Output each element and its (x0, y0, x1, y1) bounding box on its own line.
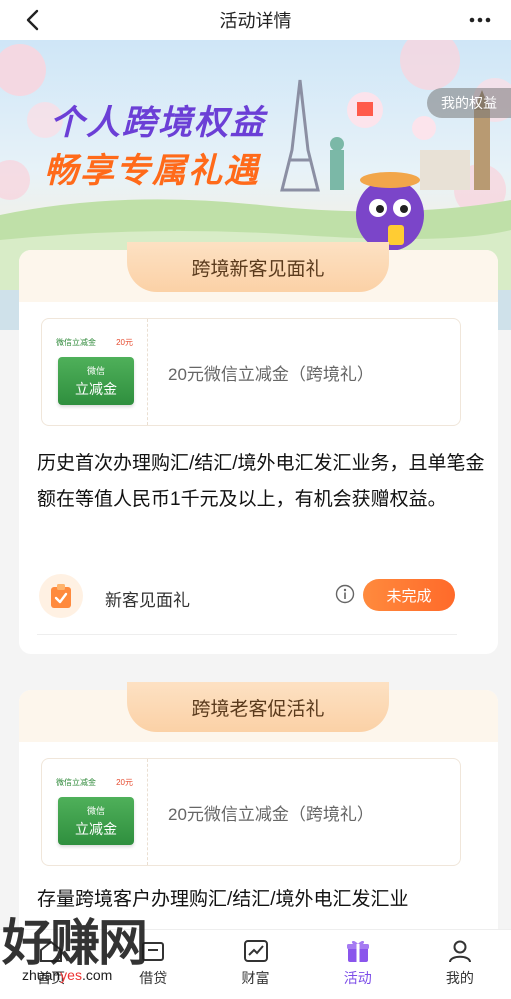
more-button[interactable] (465, 5, 495, 35)
coupon-card[interactable]: 微信立减金 20元 微信 立减金 20元微信立减金（跨境礼） (41, 758, 461, 866)
bottom-nav: 首页 借贷 财富 活动 我的 (0, 929, 511, 999)
task-label: 新客见面礼 (105, 591, 190, 610)
coupon-title: 20元微信立减金（跨境礼） (168, 804, 374, 824)
coupon-title: 20元微信立减金（跨境礼） (168, 364, 374, 384)
voucher-badge-small: 微信 (86, 806, 105, 816)
loan-icon (142, 942, 165, 961)
nav-loan[interactable]: 借贷 (102, 930, 204, 999)
coupon-thumbnail: 微信立减金 20元 微信 立减金 (42, 759, 148, 865)
my-rights-button[interactable]: 我的权益 (427, 88, 511, 118)
trend-chart-icon (243, 940, 268, 962)
existing-customer-card: 跨境老客促活礼 微信立减金 20元 微信 立减金 20元微信立减金（跨境礼） 存… (19, 682, 498, 950)
nav-label: 财富 (241, 970, 270, 986)
nav-label: 首页 (37, 970, 66, 986)
nav-label: 我的 (445, 970, 474, 986)
voucher-badge-big: 立减金 (75, 381, 117, 397)
page-title: 活动详情 (219, 11, 292, 31)
coupon-mini-price: 20元 (116, 778, 133, 787)
task-status-button[interactable]: 未完成 (363, 579, 455, 611)
coupon-thumbnail: 微信立减金 20元 微信 立减金 (42, 319, 148, 425)
card-description: 历史首次办理购汇/结汇/境外电汇发汇业务，且单笔金额在等值人民币1千元及以上，有… (37, 453, 485, 510)
voucher-badge-small: 微信 (86, 366, 105, 376)
back-button[interactable] (18, 5, 48, 35)
home-icon (40, 940, 63, 962)
nav-activity[interactable]: 活动 (307, 930, 409, 999)
nav-label: 借贷 (139, 970, 168, 986)
divider (37, 634, 457, 635)
banner-title-line1: 个人跨境权益 (50, 104, 266, 142)
task-row: 新客见面礼 未完成 (37, 570, 477, 635)
voucher-badge-big: 立减金 (75, 821, 117, 837)
wechat-voucher-badge: 微信 立减金 (58, 357, 134, 405)
more-dots-icon (469, 17, 491, 23)
user-icon (448, 940, 471, 963)
top-bar: 活动详情 (0, 0, 511, 40)
coupon-mini-price: 20元 (116, 338, 133, 347)
info-icon[interactable] (335, 584, 355, 604)
wechat-voucher-badge: 微信 立减金 (58, 797, 134, 845)
clipboard-check-icon (39, 574, 83, 618)
nav-label: 活动 (343, 970, 372, 986)
new-customer-card: 跨境新客见面礼 微信立减金 20元 微信 立减金 20元微信立减金（跨境礼） 历… (19, 242, 498, 654)
coupon-card[interactable]: 微信立减金 20元 微信 立减金 20元微信立减金（跨境礼） (41, 318, 461, 426)
gift-icon (346, 940, 369, 962)
card-description: 存量跨境客户办理购汇/结汇/境外电汇发汇业 (37, 889, 409, 910)
card-tab-title: 跨境新客见面礼 (127, 242, 389, 292)
banner-title-line2: 畅享专属礼遇 (44, 152, 260, 190)
coupon-mini-label: 微信立减金 (56, 338, 96, 347)
card-tab-title: 跨境老客促活礼 (127, 682, 389, 732)
chevron-left-icon (26, 9, 39, 31)
nav-wealth[interactable]: 财富 (204, 930, 306, 999)
nav-mine[interactable]: 我的 (409, 930, 511, 999)
nav-home[interactable]: 首页 (0, 930, 102, 999)
coupon-mini-label: 微信立减金 (56, 778, 96, 787)
